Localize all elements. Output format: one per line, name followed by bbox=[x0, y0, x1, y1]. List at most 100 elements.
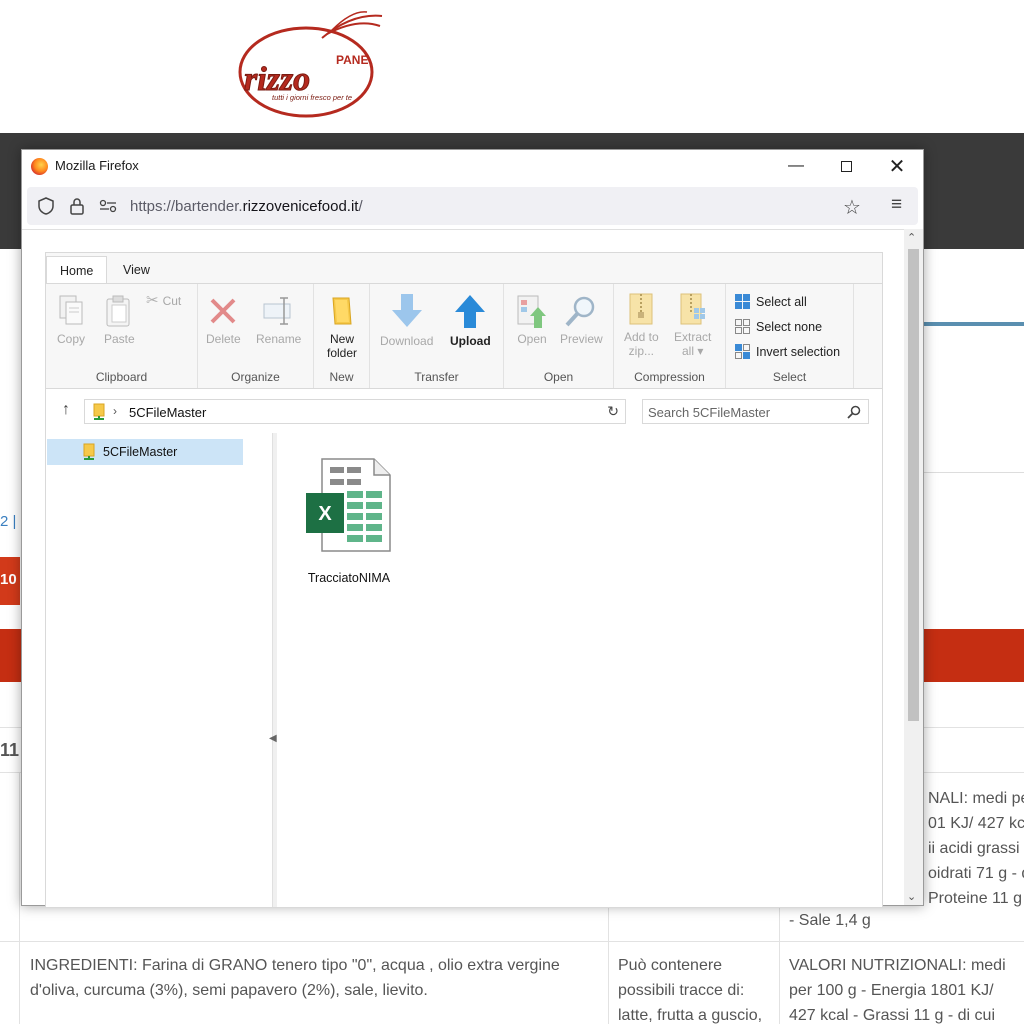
select-all-icon bbox=[735, 294, 750, 309]
rename-button[interactable]: Rename bbox=[256, 294, 301, 346]
menu-icon[interactable]: ≡ bbox=[891, 194, 902, 216]
upload-arrow-icon bbox=[455, 295, 486, 328]
file-item-excel[interactable]: X TracciatoNIMA bbox=[301, 457, 397, 585]
nutrition-top-cell: NALI: medi per 01 KJ/ 427 kcal ii acidi … bbox=[928, 790, 1024, 907]
breadcrumb-chevron-icon[interactable]: › bbox=[113, 404, 117, 418]
group-label-open: Open bbox=[543, 370, 574, 384]
file-name: TracciatoNIMA bbox=[307, 571, 391, 585]
delete-button[interactable]: Delete bbox=[206, 294, 241, 346]
minimize-button[interactable]: — bbox=[771, 150, 821, 182]
maximize-button[interactable] bbox=[821, 150, 871, 182]
preview-button[interactable]: Preview bbox=[560, 294, 603, 346]
allergens-cell: Può contenere possibili tracce di: latte… bbox=[618, 957, 763, 1024]
select-all-button[interactable]: Select all bbox=[734, 293, 807, 310]
close-button[interactable]: ✕ bbox=[872, 150, 922, 182]
ribbon-tabs: Home View bbox=[46, 253, 882, 284]
bookmark-star-icon[interactable]: ☆ bbox=[843, 195, 861, 220]
lock-icon[interactable] bbox=[69, 197, 85, 220]
tree-item-5cfilemaster[interactable]: 5CFileMaster bbox=[47, 439, 243, 465]
tab-view[interactable]: View bbox=[110, 259, 163, 283]
search-placeholder: Search 5CFileMaster bbox=[648, 405, 771, 420]
group-compression: Add to zip... Extract all ▾ Compression bbox=[614, 284, 726, 388]
scrollbar-thumb[interactable] bbox=[908, 249, 919, 721]
group-open: Open Preview Open bbox=[504, 284, 614, 388]
excel-file-icon: X bbox=[306, 458, 391, 552]
download-arrow-icon bbox=[391, 294, 422, 327]
group-label-clipboard: Clipboard bbox=[95, 370, 148, 384]
firefox-icon bbox=[31, 158, 48, 175]
scroll-down-icon[interactable]: ⌄ bbox=[907, 890, 916, 903]
address-path: 5CFileMaster bbox=[129, 405, 207, 420]
select-none-button[interactable]: Select none bbox=[734, 318, 822, 335]
navigation-tree: 5CFileMaster bbox=[46, 433, 272, 907]
magnifier-icon bbox=[565, 296, 595, 327]
maximize-icon bbox=[840, 160, 852, 172]
rizzo-logo[interactable]: PANE rizzo tutti i giorni fresco per te bbox=[232, 8, 392, 120]
extract-icon bbox=[680, 293, 705, 325]
nutrition-salt: - Sale 1,4 g bbox=[789, 912, 871, 929]
pagination-fragment[interactable]: 2 | bbox=[0, 513, 16, 530]
group-label-compression: Compression bbox=[634, 370, 705, 384]
paste-icon bbox=[106, 295, 130, 327]
group-label-select: Select bbox=[772, 370, 807, 384]
tree-item-label: 5CFileMaster bbox=[103, 445, 178, 459]
svg-text:X: X bbox=[318, 503, 332, 525]
window-title: Mozilla Firefox bbox=[55, 158, 139, 173]
paste-button[interactable]: Paste bbox=[104, 294, 135, 346]
cut-button[interactable]: ✂ Cut bbox=[146, 292, 181, 309]
upload-button[interactable]: Upload bbox=[450, 292, 491, 348]
invert-selection-button[interactable]: Invert selection bbox=[734, 343, 840, 360]
group-label-transfer: Transfer bbox=[414, 370, 459, 384]
vertical-scrollbar[interactable]: ⌃ ⌄ bbox=[904, 229, 923, 905]
select-none-icon bbox=[735, 319, 750, 334]
rename-icon bbox=[263, 297, 291, 325]
open-button[interactable]: Open bbox=[516, 294, 548, 346]
address-bar[interactable]: › 5CFileMaster ↻ bbox=[84, 399, 626, 424]
invert-selection-icon bbox=[735, 344, 750, 359]
copy-button[interactable]: Copy bbox=[56, 294, 86, 346]
delete-x-icon bbox=[210, 298, 236, 324]
group-new: New folder New bbox=[314, 284, 370, 388]
navigation-bar: ↑ › 5CFileMaster ↻ Search 5CFileMaster bbox=[46, 391, 882, 429]
copy-icon bbox=[59, 295, 83, 325]
refresh-icon[interactable]: ↻ bbox=[607, 403, 619, 420]
scroll-up-icon[interactable]: ⌃ bbox=[907, 231, 916, 244]
logo-tagline: tutti i giorni fresco per te bbox=[272, 93, 352, 102]
scissors-icon: ✂ bbox=[146, 292, 159, 309]
group-transfer: Download Upload Transfer bbox=[370, 284, 504, 388]
group-label-new: New bbox=[329, 370, 354, 384]
firefox-window: Mozilla Firefox — ✕ https://bartender.ri… bbox=[21, 149, 924, 908]
zip-folder-icon bbox=[629, 293, 653, 325]
drive-icon bbox=[83, 443, 95, 460]
title-bar[interactable]: Mozilla Firefox — ✕ bbox=[22, 150, 923, 182]
ingredients-cell: INGREDIENTI: Farina di GRANO tenero tipo… bbox=[30, 957, 560, 999]
extract-all-button[interactable]: Extract all ▾ bbox=[674, 292, 711, 358]
download-button[interactable]: Download bbox=[380, 292, 433, 348]
open-icon bbox=[517, 295, 546, 328]
group-clipboard: Copy Paste ✂ Cut Clipboard bbox=[46, 284, 198, 388]
drive-icon bbox=[93, 403, 105, 420]
accent-bar bbox=[924, 322, 1024, 326]
search-icon bbox=[847, 405, 861, 419]
up-arrow-icon[interactable]: ↑ bbox=[62, 401, 70, 419]
search-box[interactable]: Search 5CFileMaster bbox=[642, 399, 869, 424]
add-to-zip-button[interactable]: Add to zip... bbox=[624, 292, 659, 358]
url-bar[interactable]: https://bartender.rizzovenicefood.it/ ☆ … bbox=[27, 187, 918, 225]
url-text[interactable]: https://bartender.rizzovenicefood.it/ bbox=[130, 198, 363, 215]
new-folder-button[interactable]: New folder bbox=[320, 294, 364, 360]
tab-home[interactable]: Home bbox=[46, 256, 108, 284]
page-content: Home View Copy Paste ✂ Cut Clipboard Del… bbox=[22, 229, 904, 908]
red-tag: 10 bbox=[0, 557, 20, 605]
file-manager: Home View Copy Paste ✂ Cut Clipboard Del… bbox=[45, 252, 883, 908]
group-label-organize: Organize bbox=[231, 370, 280, 384]
collapse-handle-icon[interactable]: ◀ bbox=[269, 733, 277, 744]
close-icon: ✕ bbox=[888, 155, 906, 178]
shield-icon[interactable] bbox=[38, 197, 54, 220]
group-select: Select all Select none Invert selection … bbox=[726, 284, 854, 388]
logo-top-word: PANE bbox=[336, 53, 368, 67]
group-organize: Delete Rename Organize bbox=[198, 284, 314, 388]
row-number-fragment: 11 bbox=[0, 740, 20, 760]
pane-splitter[interactable]: ◀ bbox=[269, 433, 277, 907]
permissions-icon[interactable] bbox=[99, 199, 117, 218]
minimize-icon: — bbox=[788, 157, 804, 174]
